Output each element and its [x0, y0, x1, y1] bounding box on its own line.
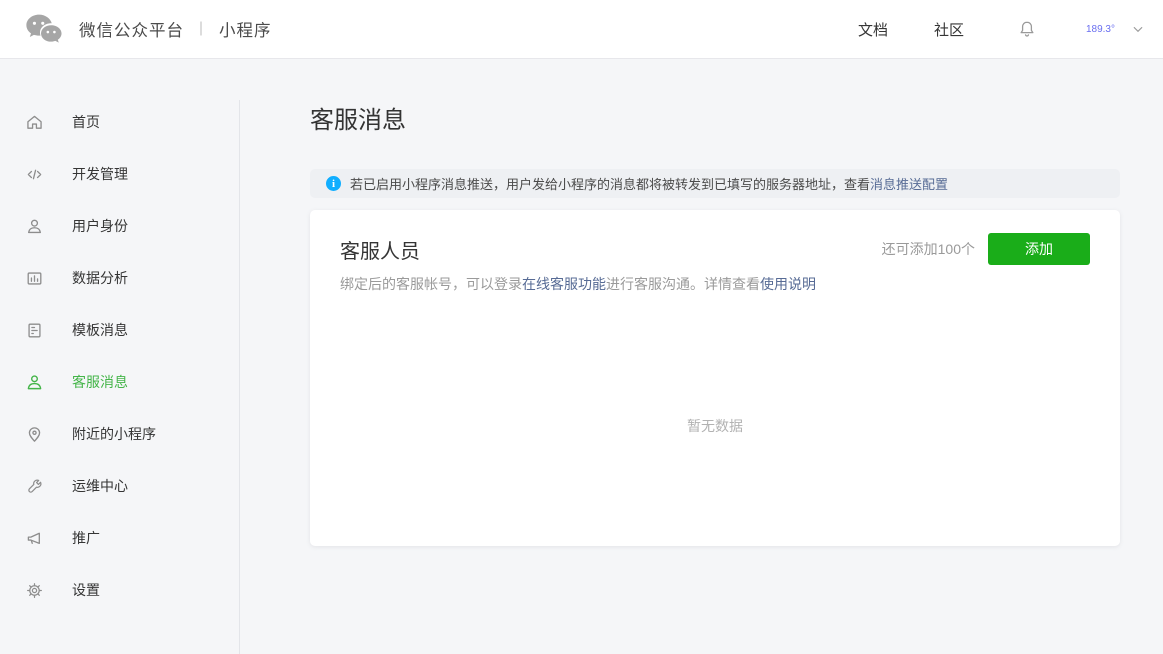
account-name[interactable]: 189.3°: [1086, 24, 1115, 35]
header-link-docs[interactable]: 文档: [858, 19, 888, 40]
sidebar-item-label: 开发管理: [72, 166, 128, 182]
page: 微信公众平台 ｜ 小程序 文档 社区 189.3° 首页 开发管理 用户身份 数…: [0, 0, 1163, 654]
header-link-community[interactable]: 社区: [934, 19, 964, 40]
brand-title-sub: 小程序: [219, 22, 272, 40]
sidebar-item-dev-management[interactable]: 开发管理: [0, 148, 240, 200]
top-header: 微信公众平台 ｜ 小程序 文档 社区 189.3°: [0, 0, 1163, 59]
chevron-down-icon[interactable]: [1131, 22, 1145, 36]
brand-title-main: 微信公众平台: [79, 22, 184, 40]
info-icon: i: [326, 176, 341, 191]
card-description: 绑定后的客服帐号，可以登录在线客服功能进行客服沟通。详情查看使用说明: [340, 274, 1090, 294]
code-icon: [24, 164, 45, 185]
sidebar-item-operations-center[interactable]: 运维中心: [0, 460, 240, 512]
sidebar-item-label: 首页: [72, 114, 100, 130]
sidebar-item-data-analysis[interactable]: 数据分析: [0, 252, 240, 304]
sidebar-item-nearby-miniprograms[interactable]: 附近的小程序: [0, 408, 240, 460]
home-icon: [24, 112, 45, 133]
sidebar-item-user-identity[interactable]: 用户身份: [0, 200, 240, 252]
main-content: 客服消息 i 若已启用小程序消息推送，用户发给小程序的消息都将被转发到已填写的服…: [240, 60, 1163, 654]
remaining-quota-text: 还可添加100个: [881, 241, 975, 257]
sidebar-item-settings[interactable]: 设置: [0, 564, 240, 616]
sidebar-item-customer-service-message[interactable]: 客服消息: [0, 356, 240, 408]
sidebar-item-label: 客服消息: [72, 374, 128, 390]
sidebar-item-label: 运维中心: [72, 478, 128, 494]
sidebar-item-template-message[interactable]: 模板消息: [0, 304, 240, 356]
notification-bell-icon[interactable]: [1016, 18, 1038, 40]
card-title: 客服人员: [340, 240, 420, 263]
gear-icon: [24, 580, 45, 601]
header-right: 文档 社区 189.3°: [858, 18, 1145, 40]
template-document-icon: [24, 320, 45, 341]
customer-service-staff-card: 客服人员 还可添加100个 添加 绑定后的客服帐号，可以登录在线客服功能进行客服…: [310, 210, 1120, 546]
location-pin-icon: [24, 424, 45, 445]
sidebar-item-label: 推广: [72, 530, 100, 546]
sidebar-item-label: 模板消息: [72, 322, 128, 338]
brand-title: 微信公众平台 ｜ 小程序: [79, 17, 272, 41]
info-banner-text: 若已启用小程序消息推送，用户发给小程序的消息都将被转发到已填写的服务器地址，查看: [350, 177, 871, 192]
message-push-config-link[interactable]: 消息推送配置: [870, 174, 948, 193]
sidebar-item-label: 数据分析: [72, 270, 128, 286]
online-customer-service-link[interactable]: 在线客服功能: [522, 276, 606, 292]
card-description-part1: 绑定后的客服帐号，可以登录: [340, 276, 522, 292]
page-title: 客服消息: [310, 107, 406, 134]
bar-chart-icon: [24, 268, 45, 289]
usage-instructions-link[interactable]: 使用说明: [760, 276, 816, 292]
empty-state-text: 暂无数据: [687, 418, 743, 434]
megaphone-icon: [24, 528, 45, 549]
sidebar-item-promotion[interactable]: 推广: [0, 512, 240, 564]
wechat-logo-icon: [25, 13, 62, 45]
brand-title-separator: ｜: [194, 21, 209, 37]
wrench-icon: [24, 476, 45, 497]
info-banner: i 若已启用小程序消息推送，用户发给小程序的消息都将被转发到已填写的服务器地址，…: [310, 169, 1120, 198]
sidebar-item-label: 用户身份: [72, 218, 128, 234]
sidebar-item-home[interactable]: 首页: [0, 96, 240, 148]
add-button[interactable]: 添加: [988, 233, 1090, 265]
card-header: 客服人员 还可添加100个 添加: [340, 233, 1090, 265]
sidebar-item-label: 附近的小程序: [72, 426, 156, 442]
customer-service-icon: [24, 372, 45, 393]
user-icon: [24, 216, 45, 237]
sidebar-item-label: 设置: [72, 582, 100, 598]
sidebar: 首页 开发管理 用户身份 数据分析 模板消息 客服消息 附近的小程序 运维中心 …: [0, 60, 240, 654]
card-description-part2: 进行客服沟通。详情查看: [606, 276, 760, 292]
